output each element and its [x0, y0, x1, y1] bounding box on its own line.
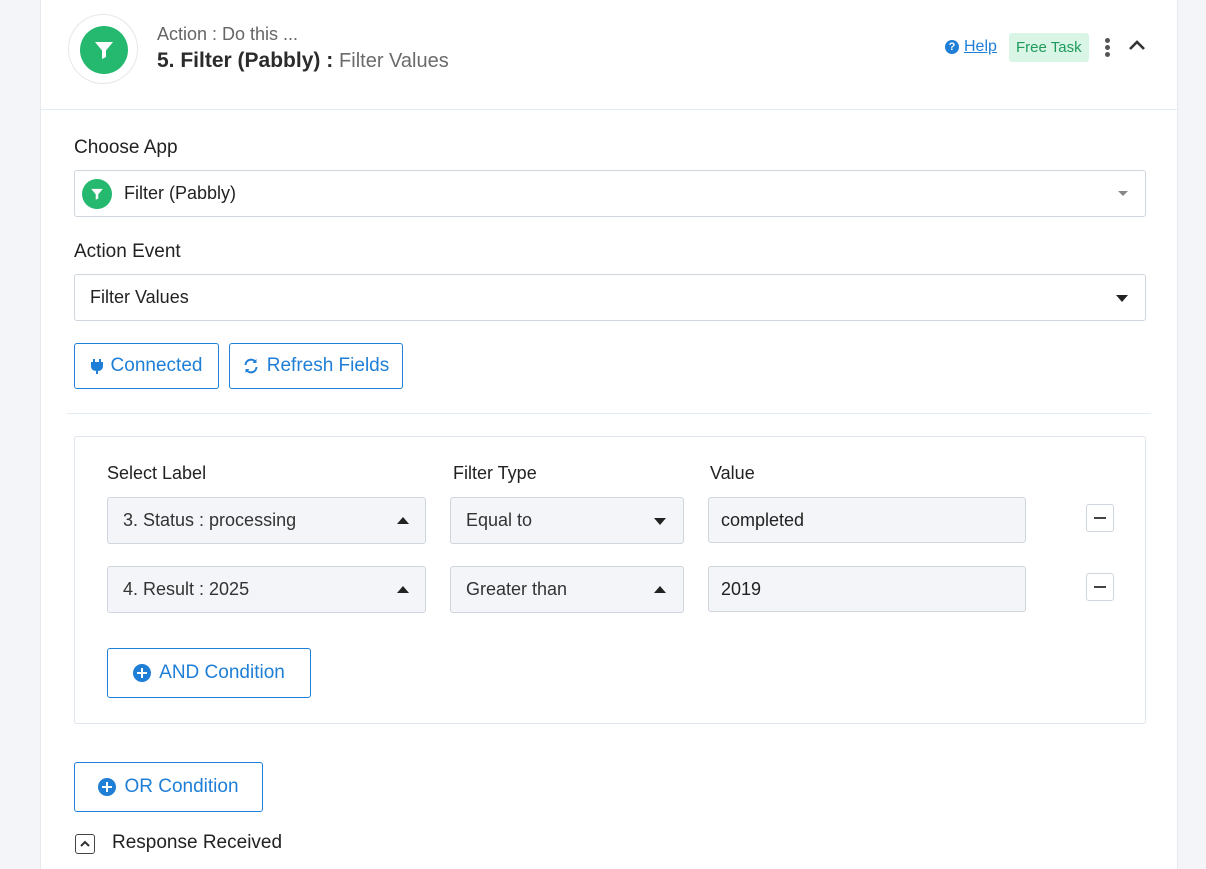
and-condition-button[interactable]: AND Condition — [107, 648, 311, 698]
connected-label: Connected — [110, 355, 203, 376]
label-select-value: 4. Result : 2025 — [123, 579, 250, 599]
filter-funnel-icon — [80, 26, 128, 74]
refresh-icon — [244, 358, 258, 374]
action-step-card: Action : Do this ... 5. Filter (Pabbly) … — [40, 0, 1178, 869]
question-circle-icon: ? — [945, 40, 959, 54]
help-link[interactable]: ? Help — [945, 38, 997, 56]
refresh-fields-label: Refresh Fields — [266, 355, 390, 376]
plug-icon — [90, 359, 103, 374]
choose-app-select[interactable]: Filter (Pabbly) — [74, 170, 1146, 217]
or-condition-label: OR Condition — [124, 776, 239, 797]
remove-condition-button[interactable] — [1086, 573, 1114, 601]
response-toggle[interactable] — [75, 834, 95, 854]
remove-condition-button[interactable] — [1086, 504, 1114, 532]
step-title: 5. Filter (Pabbly) : Filter Values — [157, 49, 449, 73]
chevron-up-icon — [397, 517, 409, 524]
filter-type-select-row-1[interactable]: Equal to — [450, 497, 684, 544]
chevron-down-icon — [1116, 295, 1128, 302]
action-event-label: Action Event — [74, 241, 181, 262]
label-select-row-2[interactable]: 4. Result : 2025 — [107, 566, 426, 613]
filter-type-header: Filter Type — [453, 463, 537, 483]
filter-funnel-icon — [82, 178, 112, 209]
chevron-down-icon — [1118, 191, 1128, 196]
chevron-up-icon — [397, 586, 409, 593]
filter-type-value: Equal to — [466, 510, 533, 530]
label-select-value: 3. Status : processing — [123, 510, 297, 530]
section-divider — [67, 413, 1151, 414]
filter-conditions-panel: Select Label Filter Type Value 3. Status… — [74, 436, 1146, 724]
and-condition-label: AND Condition — [159, 662, 285, 683]
chevron-up-icon[interactable] — [1127, 36, 1147, 54]
or-condition-button[interactable]: OR Condition — [74, 762, 263, 812]
value-input-row-2[interactable]: 2019 — [708, 566, 1026, 612]
chevron-up-icon — [654, 586, 666, 593]
value-header: Value — [710, 463, 755, 483]
plus-circle-icon — [98, 778, 117, 796]
filter-type-select-row-2[interactable]: Greater than — [450, 566, 684, 613]
app-logo — [68, 14, 138, 84]
step-header: Action : Do this ... 5. Filter (Pabbly) … — [41, 0, 1177, 110]
connected-button[interactable]: Connected — [74, 343, 219, 389]
step-subtitle: Action : Do this ... — [157, 24, 299, 44]
response-received-label: Response Received — [112, 832, 283, 853]
step-title-app: 5. Filter (Pabbly) : — [157, 49, 334, 72]
choose-app-value: Filter (Pabbly) — [124, 183, 237, 203]
refresh-fields-button[interactable]: Refresh Fields — [229, 343, 403, 389]
choose-app-label: Choose App — [74, 137, 178, 158]
select-label-header: Select Label — [107, 463, 207, 483]
help-label: Help — [964, 38, 997, 55]
chevron-up-icon — [80, 840, 90, 847]
free-task-badge: Free Task — [1009, 33, 1089, 62]
action-event-value: Filter Values — [90, 287, 189, 307]
chevron-down-icon — [654, 518, 666, 525]
action-event-select[interactable]: Filter Values — [74, 274, 1146, 321]
filter-type-value: Greater than — [466, 579, 568, 599]
plus-circle-icon — [133, 664, 152, 682]
more-options-icon[interactable] — [1101, 38, 1113, 60]
label-select-row-1[interactable]: 3. Status : processing — [107, 497, 426, 544]
value-input-row-1[interactable]: completed — [708, 497, 1026, 543]
step-title-event: Filter Values — [339, 50, 449, 72]
